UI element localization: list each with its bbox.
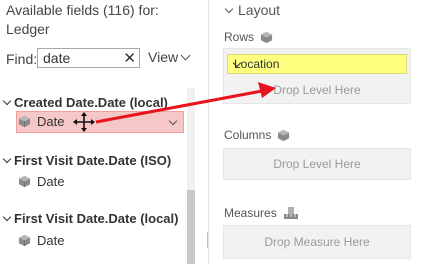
- find-input-value: date: [43, 50, 71, 66]
- field-group-label: Created Date.Date (local): [14, 95, 168, 110]
- view-menu-label: View: [148, 49, 179, 65]
- layout-title[interactable]: Layout: [224, 2, 281, 18]
- cube-icon: [18, 234, 31, 247]
- find-label: Find:: [6, 51, 38, 67]
- chevron-down-icon: [224, 4, 234, 13]
- cube-icon: [18, 175, 31, 188]
- panel-divider: [208, 0, 209, 264]
- field-group-first-visit-iso[interactable]: First Visit Date.Date (ISO): [2, 153, 172, 168]
- cube-icon: [278, 129, 290, 141]
- view-menu-button[interactable]: View: [148, 49, 191, 65]
- chevron-down-icon: [2, 96, 12, 106]
- field-group-label: First Visit Date.Date (ISO): [14, 153, 172, 168]
- chevron-down-icon: [168, 116, 178, 126]
- rows-chip-location[interactable]: Location: [227, 54, 407, 74]
- resize-handle[interactable]: [207, 232, 211, 248]
- scrollbar-thumb[interactable]: [187, 190, 195, 264]
- chevron-down-icon: [180, 50, 191, 60]
- field-group-created-date[interactable]: Created Date.Date (local): [2, 95, 168, 110]
- field-group-label: First Visit Date.Date (local): [14, 211, 179, 226]
- field-item-date[interactable]: Date: [18, 233, 64, 248]
- find-row: Find: date ✕: [6, 48, 140, 69]
- columns-drop-zone[interactable]: Drop Level Here: [223, 148, 411, 180]
- layout-panel: Layout Rows Drop Level Here Location Col…: [214, 0, 427, 264]
- columns-label: Columns: [224, 128, 290, 142]
- field-item-date[interactable]: Date: [18, 114, 64, 129]
- field-item-label: Date: [37, 233, 65, 248]
- chevron-down-icon: [2, 212, 12, 222]
- rows-drop-text: Drop Level Here: [273, 83, 361, 97]
- rows-label-text: Rows: [224, 30, 255, 44]
- field-item-label: Date: [37, 174, 65, 189]
- chip-label: Location: [234, 57, 280, 71]
- ruler-icon: [283, 207, 298, 219]
- columns-drop-text: Drop Level Here: [273, 157, 361, 171]
- fields-header: Available fields (116) for: Ledger: [6, 2, 159, 37]
- measures-label-text: Measures: [224, 206, 277, 220]
- fields-panel: Available fields (116) for: Ledger Find:…: [0, 0, 196, 264]
- measures-drop-zone[interactable]: Drop Measure Here: [223, 225, 411, 259]
- clear-icon[interactable]: ✕: [123, 49, 136, 67]
- cube-icon: [260, 31, 273, 43]
- chevron-down-icon: [2, 154, 12, 164]
- move-cursor-icon: [73, 112, 95, 132]
- columns-label-text: Columns: [224, 128, 272, 142]
- find-input[interactable]: date ✕: [37, 48, 140, 68]
- field-group-first-visit-local[interactable]: First Visit Date.Date (local): [2, 211, 179, 226]
- measures-drop-text: Drop Measure Here: [264, 235, 370, 249]
- field-item-label: Date: [37, 114, 65, 129]
- field-item-date[interactable]: Date: [18, 174, 64, 189]
- measures-label: Measures: [224, 206, 299, 220]
- rows-label: Rows: [224, 30, 273, 44]
- layout-title-text: Layout: [238, 2, 281, 18]
- cube-icon: [18, 115, 31, 128]
